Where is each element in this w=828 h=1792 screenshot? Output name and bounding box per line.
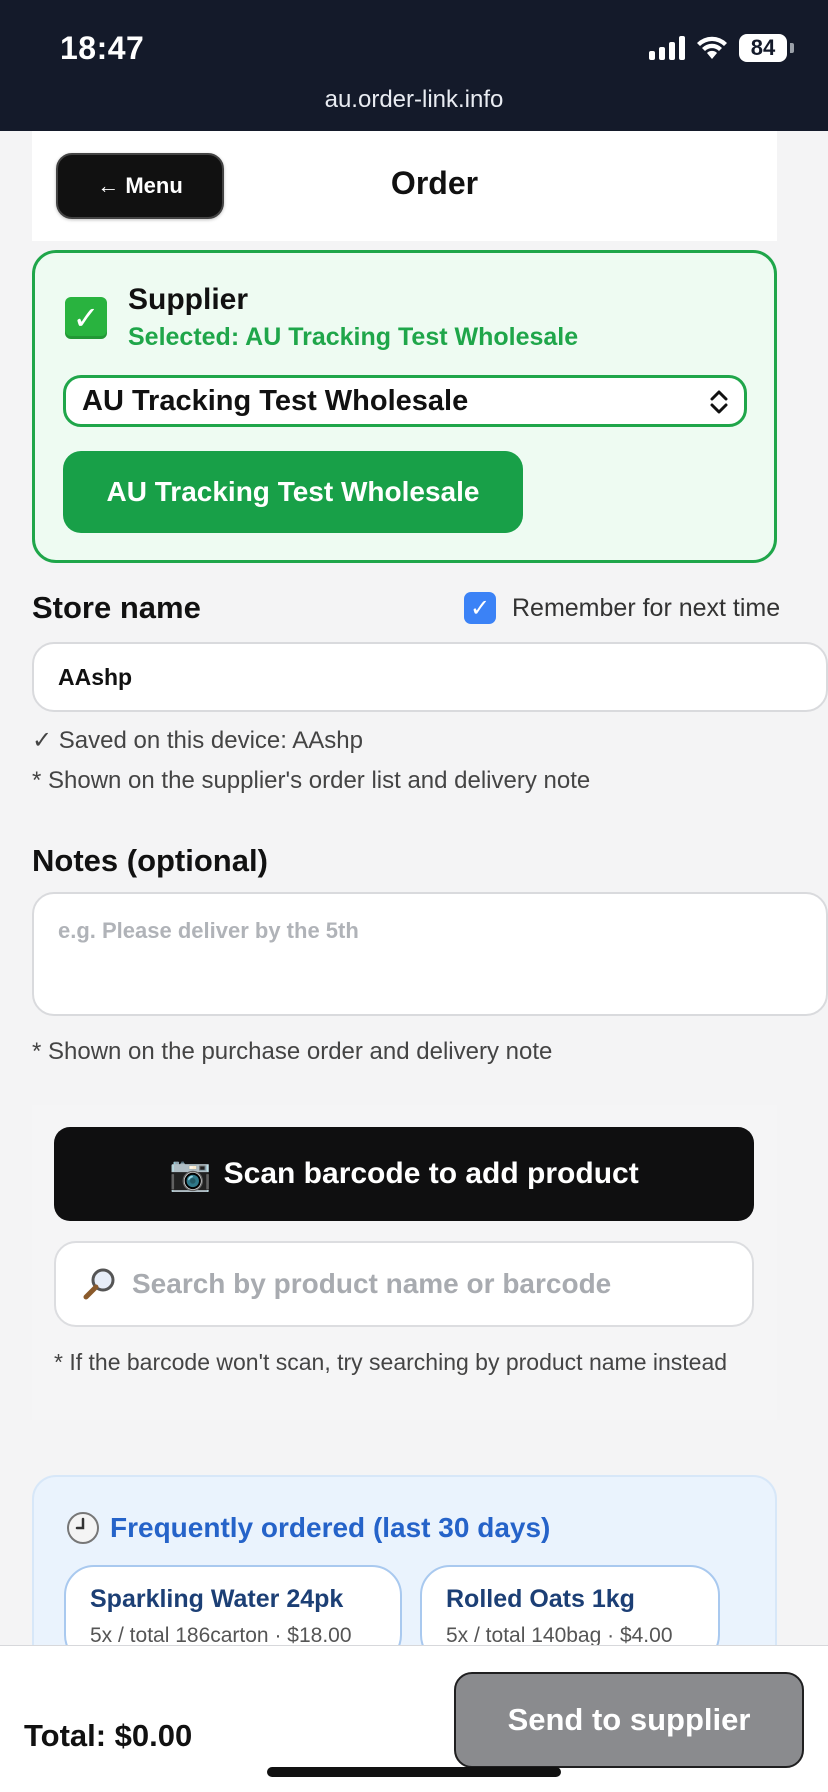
checkmark-icon: ✓ <box>65 297 107 339</box>
chevron-updown-icon <box>710 390 728 414</box>
store-hint: * Shown on the supplier's order list and… <box>32 767 591 794</box>
order-total: Total: $0.00 <box>24 1718 193 1753</box>
clock-icon <box>67 1512 99 1544</box>
supplier-selected-text: Selected: AU Tracking Test Wholesale <box>128 323 579 351</box>
supplier-select-value: AU Tracking Test Wholesale <box>82 384 469 417</box>
supplier-card: ✓ Supplier Selected: AU Tracking Test Wh… <box>32 250 777 563</box>
scan-section: 📷 Scan barcode to add product Search by … <box>32 1105 777 1420</box>
notes-textarea[interactable]: e.g. Please deliver by the 5th <box>32 892 828 1016</box>
notes-label: Notes (optional) <box>32 843 268 878</box>
frequently-ordered-title: Frequently ordered (last 30 days) <box>66 1511 550 1545</box>
store-name-input[interactable]: AAshp <box>32 642 828 712</box>
camera-icon: 📷 <box>169 1155 212 1193</box>
wifi-icon <box>697 36 727 59</box>
notes-hint: * Shown on the purchase order and delive… <box>32 1038 553 1065</box>
search-placeholder: Search by product name or barcode <box>132 1268 612 1299</box>
status-bar: 18:47 84 au.order-link.info <box>0 0 828 131</box>
frequent-item-name: Rolled Oats 1kg <box>446 1585 635 1613</box>
page-header: ← Menu Order <box>32 131 777 241</box>
supplier-select[interactable]: AU Tracking Test Wholesale <box>63 375 747 427</box>
frequent-item-name: Sparkling Water 24pk <box>90 1585 344 1613</box>
supplier-option-button[interactable]: AU Tracking Test Wholesale <box>63 451 523 533</box>
supplier-heading: Supplier <box>128 283 249 316</box>
product-search-input[interactable]: Search by product name or barcode <box>54 1241 754 1327</box>
remember-checkbox-row[interactable]: ✓ Remember for next time <box>464 592 780 624</box>
store-name-label: Store name <box>32 590 201 625</box>
url-bar[interactable]: au.order-link.info <box>0 86 828 114</box>
scan-hint: * If the barcode won't scan, try searchi… <box>54 1349 728 1375</box>
scan-barcode-button[interactable]: 📷 Scan barcode to add product <box>54 1127 754 1221</box>
battery-icon: 84 <box>739 34 794 62</box>
frequently-ordered-heading: Frequently ordered (last 30 days) <box>110 1512 551 1543</box>
remember-checkbox[interactable]: ✓ <box>464 592 496 624</box>
saved-note: ✓ Saved on this device: AAshp <box>32 727 363 754</box>
send-to-supplier-button[interactable]: Send to supplier <box>454 1672 804 1768</box>
signal-icon <box>649 36 685 60</box>
status-icons: 84 <box>649 34 794 62</box>
remember-label: Remember for next time <box>512 593 781 622</box>
clock: 18:47 <box>60 30 145 66</box>
home-indicator[interactable] <box>267 1767 561 1777</box>
page-title: Order <box>390 165 479 201</box>
battery-level: 84 <box>739 34 787 62</box>
search-icon <box>83 1268 115 1300</box>
scan-button-label: Scan barcode to add product <box>223 1157 639 1190</box>
